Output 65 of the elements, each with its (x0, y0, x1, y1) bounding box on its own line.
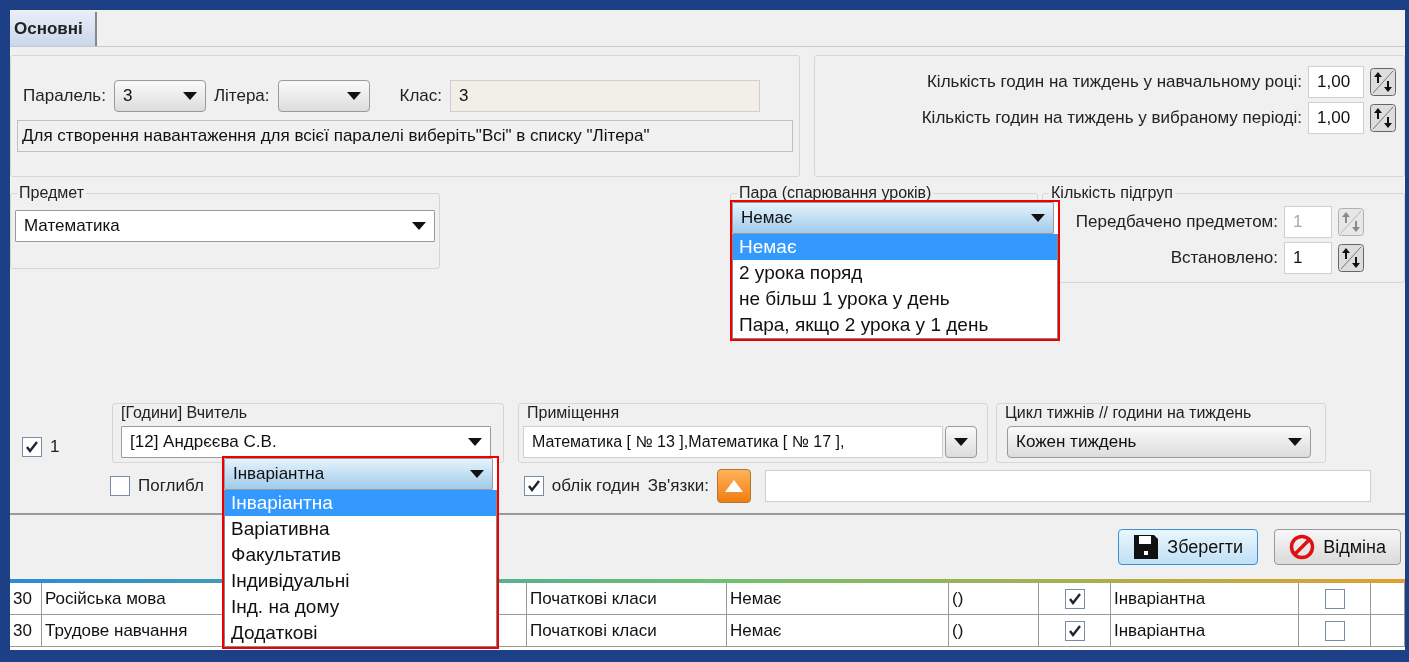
caret-icon (412, 222, 426, 230)
caret-icon (954, 438, 968, 446)
table-cell: Початкові класи (527, 583, 727, 614)
table-cell: Початкові класи (527, 615, 727, 646)
hours-field[interactable]: 1,00 (1308, 102, 1364, 134)
subgroups-label: Передбачено предметом: (1075, 212, 1278, 232)
subject-dropdown[interactable]: Математика (15, 210, 435, 242)
table-cell: () (949, 583, 1039, 614)
spin-icon[interactable] (1338, 244, 1364, 272)
checkbox[interactable] (1324, 620, 1345, 641)
room-dropdown-button[interactable] (945, 426, 977, 458)
caret-icon (346, 92, 361, 100)
table-cell: Інваріантна (1111, 583, 1299, 614)
table-cell: Інваріантна (1111, 615, 1299, 646)
links-field[interactable] (765, 470, 1371, 502)
links-button[interactable] (717, 469, 751, 503)
caret-icon (470, 470, 484, 478)
subgroups-label: Встановлено: (1170, 248, 1278, 268)
links-label: Зв'язки: (647, 476, 709, 496)
caret-icon (182, 92, 197, 100)
spin-icon[interactable] (1370, 104, 1396, 132)
hint-text: Для створення навантаження для всієї паралелі виберіть"Всі" в списку "Літера" (17, 120, 793, 152)
table-cell: Немає (727, 615, 949, 646)
hours-label: Кількість годин на тиждень у навчальному році: (926, 72, 1302, 92)
table-cell: Немає (727, 583, 949, 614)
row-number: 1 (50, 437, 60, 457)
table-cell: () (949, 615, 1039, 646)
checkbox[interactable] (1064, 588, 1085, 609)
caret-icon (1288, 438, 1302, 446)
save-button[interactable]: Зберегти (1118, 529, 1259, 565)
hours-field[interactable]: 1,00 (1308, 66, 1364, 98)
class-label: Клас: (399, 86, 443, 106)
tab[interactable]: Основні (10, 12, 97, 46)
caret-icon (1031, 214, 1045, 222)
teacher-dropdown[interactable]: [12] Андрєєва С.В. (121, 426, 491, 458)
type-dropdown[interactable]: Інваріантна (224, 458, 493, 490)
room-legend: Приміщення (525, 404, 622, 422)
accounting-label: облік годин (551, 476, 640, 496)
table-cell: 30 (10, 615, 42, 646)
checkbox[interactable] (110, 476, 130, 496)
parallel-label: Паралель: (23, 86, 106, 106)
caret-icon (468, 438, 482, 446)
triangle-up-icon (725, 480, 743, 492)
cycle-legend: Цикл тижнів // години на тиждень (1003, 404, 1254, 422)
no-entry-icon (1289, 534, 1316, 560)
teacher-legend: [Години] Вчитель (119, 404, 250, 422)
checkbox[interactable] (1064, 620, 1085, 641)
cancel-button[interactable]: Відміна (1274, 529, 1401, 565)
room-field[interactable]: Математика [ № 13 ],Математика [ № 17 ], (523, 426, 943, 458)
letter-dropdown[interactable] (277, 80, 370, 112)
deep-label: Поглибл (138, 476, 204, 496)
subgroups-legend: Кількість підгруп (1049, 184, 1175, 202)
checkbox[interactable] (1324, 588, 1345, 609)
letter-label: Літера: (213, 86, 270, 106)
spin-icon[interactable] (1370, 68, 1396, 96)
table-cell: 30 (10, 583, 42, 614)
hours-label: Кількість годин на тиждень у вибраному періоді: (921, 108, 1302, 128)
subgroups-field[interactable]: 1 (1284, 242, 1332, 274)
subject-legend: Предмет (17, 184, 86, 202)
class-field[interactable]: 3 (450, 80, 761, 112)
pair-dropdown[interactable]: Немає (732, 202, 1054, 234)
cycle-dropdown[interactable]: Кожен тиждень (1007, 426, 1311, 458)
parallel-dropdown[interactable]: 3 (113, 80, 206, 112)
checkbox[interactable] (22, 437, 42, 457)
checkbox[interactable] (523, 476, 544, 496)
